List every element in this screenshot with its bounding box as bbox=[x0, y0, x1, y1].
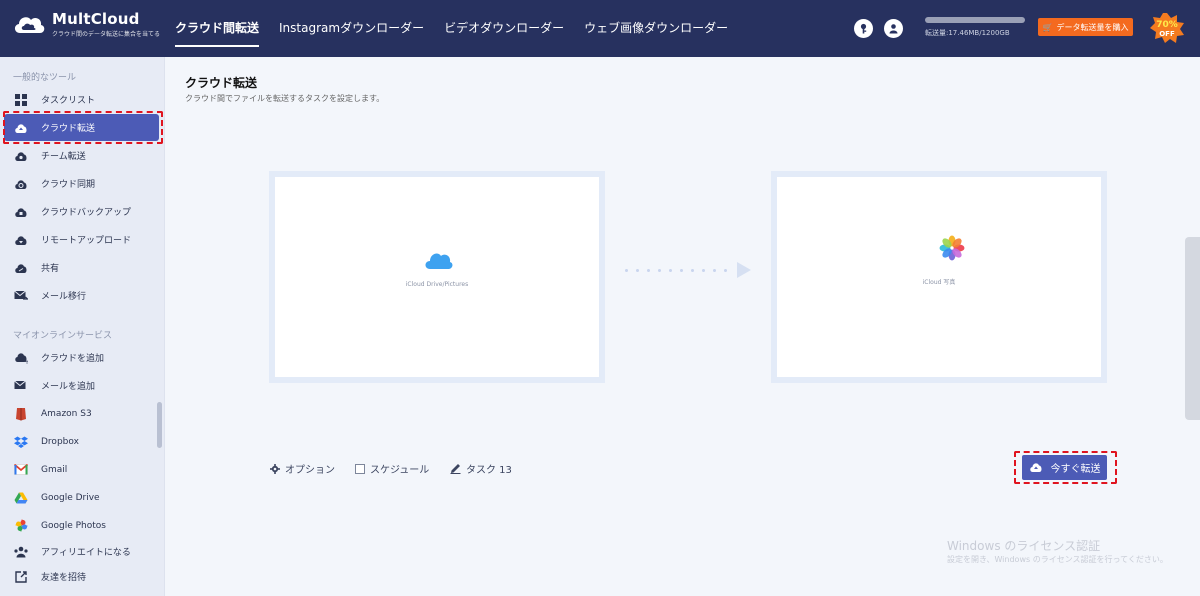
windows-activation-subtitle: 設定を開き、Windows のライセンス認証を行ってください。 bbox=[947, 555, 1168, 564]
add-cloud-icon: + bbox=[14, 351, 28, 365]
checkbox-icon bbox=[355, 463, 365, 474]
icloud-photos-icon bbox=[939, 235, 965, 261]
share-icon bbox=[14, 261, 28, 275]
cart-icon: 🛒 bbox=[1042, 22, 1053, 32]
brand-tagline: クラウド間のデータ転送に集合を当てる bbox=[52, 31, 161, 38]
target-label: iCloud 写真 bbox=[922, 279, 956, 286]
sidebar-item-label: クラウド同期 bbox=[41, 180, 96, 190]
highlight-cloud-transfer bbox=[3, 111, 163, 144]
buy-data-button[interactable]: 🛒 データ転送量を購入 bbox=[1038, 18, 1133, 36]
buy-data-label: データ転送量を購入 bbox=[1056, 22, 1129, 32]
sidebar-item-task-list[interactable]: タスクリスト bbox=[4, 86, 159, 113]
sidebar-item-label: リモートアップロード bbox=[41, 236, 132, 246]
top-bar: MultCloud クラウド間のデータ転送に集合を当てる クラウド間転送 Ins… bbox=[0, 0, 1200, 57]
sidebar-item-google-drive[interactable]: Google Drive bbox=[4, 484, 159, 511]
main-nav: クラウド間転送 Instagramダウンローダー ビデオダウンローダー ウェブ画… bbox=[165, 0, 738, 57]
key-icon[interactable] bbox=[854, 19, 873, 38]
sidebar-item-share[interactable]: 共有 bbox=[4, 254, 159, 281]
highlight-transfer-now bbox=[1014, 451, 1117, 484]
task-label: タスク 13 bbox=[466, 465, 512, 476]
grid-icon bbox=[14, 93, 28, 107]
sidebar-item-team-transfer[interactable]: チーム転送 bbox=[4, 142, 159, 169]
discount-badge[interactable]: 70% OFF bbox=[1149, 12, 1185, 44]
google-photos-icon bbox=[14, 519, 28, 533]
logo[interactable]: MultCloud クラウド間のデータ転送に集合を当てる bbox=[12, 10, 160, 38]
section-my-online-services: マイオンラインサービス bbox=[13, 331, 113, 341]
sidebar-item-add-cloud[interactable]: + クラウドを追加 bbox=[4, 344, 159, 371]
source-label: iCloud Drive/Pictures bbox=[405, 281, 469, 288]
sidebar-item-label: 共有 bbox=[41, 264, 60, 274]
cloud-logo-icon bbox=[14, 17, 45, 33]
gmail-icon bbox=[14, 463, 28, 477]
sidebar-item-invite-friends[interactable]: 友達を招待 bbox=[4, 563, 159, 590]
windows-activation-title: Windows のライセンス認証 bbox=[947, 539, 1101, 553]
nav-video-downloader[interactable]: ビデオダウンローダー bbox=[434, 0, 574, 57]
user-icon[interactable] bbox=[884, 19, 903, 38]
sidebar-scrollbar[interactable] bbox=[157, 402, 162, 448]
sidebar-item-label: クラウドを追加 bbox=[41, 354, 105, 364]
pencil-icon bbox=[450, 463, 461, 474]
remote-upload-icon bbox=[14, 233, 28, 247]
sidebar-item-amazon-s3[interactable]: Amazon S3 bbox=[4, 400, 159, 427]
google-drive-icon bbox=[14, 491, 28, 505]
sidebar-item-cloud-sync[interactable]: クラウド同期 bbox=[4, 170, 159, 197]
source-panel[interactable]: iCloud Drive/Pictures bbox=[269, 171, 605, 383]
sidebar-item-google-photos[interactable]: Google Photos bbox=[4, 512, 159, 539]
sidebar-item-label: チーム転送 bbox=[41, 152, 86, 162]
sidebar-item-label: Google Photos bbox=[41, 520, 106, 531]
nav-instagram-downloader[interactable]: Instagramダウンローダー bbox=[269, 0, 434, 57]
external-link-icon bbox=[14, 570, 28, 584]
badge-off: OFF bbox=[1159, 30, 1175, 38]
dropbox-icon bbox=[14, 435, 28, 449]
cloud-sync-icon bbox=[14, 177, 28, 191]
sidebar-item-label: Dropbox bbox=[41, 436, 79, 447]
affiliate-icon bbox=[14, 545, 28, 559]
sidebar-item-affiliate[interactable]: アフィリエイトになる bbox=[4, 538, 159, 565]
usage-bar bbox=[925, 17, 1025, 23]
options-button[interactable]: オプション bbox=[270, 461, 335, 476]
amazon-s3-icon bbox=[14, 407, 28, 421]
sidebar-item-label: Gmail bbox=[41, 464, 68, 475]
sidebar-item-cloud-backup[interactable]: クラウドバックアップ bbox=[4, 198, 159, 225]
usage-text: 転送量:17.46MB/1200GB bbox=[925, 29, 1010, 37]
icloud-drive-icon bbox=[425, 253, 453, 269]
add-email-icon bbox=[14, 379, 28, 393]
sidebar-item-add-email[interactable]: メールを追加 bbox=[4, 372, 159, 399]
target-panel[interactable]: iCloud 写真 bbox=[771, 171, 1107, 383]
sidebar-item-label: メールを追加 bbox=[41, 382, 96, 392]
nav-web-image-downloader[interactable]: ウェブ画像ダウンローダー bbox=[574, 0, 738, 57]
sidebar-item-gmail[interactable]: Gmail bbox=[4, 456, 159, 483]
sidebar-item-dropbox[interactable]: Dropbox bbox=[4, 428, 159, 455]
email-migration-icon bbox=[14, 289, 28, 303]
sidebar-item-remote-upload[interactable]: リモートアップロード bbox=[4, 226, 159, 253]
schedule-checkbox[interactable]: スケジュール bbox=[355, 461, 429, 476]
badge-percent: 70% bbox=[1156, 20, 1178, 30]
side-feedback-rail[interactable] bbox=[1185, 237, 1200, 420]
task-name-field[interactable]: タスク 13 bbox=[450, 461, 512, 476]
team-transfer-icon bbox=[14, 149, 28, 163]
svg-text:+: + bbox=[25, 359, 29, 364]
cloud-backup-icon bbox=[14, 205, 28, 219]
nav-cloud-transfer[interactable]: クラウド間転送 bbox=[165, 0, 269, 57]
schedule-label: スケジュール bbox=[370, 465, 430, 476]
brand-name: MultCloud bbox=[52, 10, 140, 28]
section-common-tools: 一般的なツール bbox=[13, 73, 77, 83]
sidebar-item-label: Amazon S3 bbox=[41, 408, 92, 419]
transfer-usage: 転送量:17.46MB/1200GB bbox=[925, 17, 1025, 38]
gear-icon bbox=[270, 463, 280, 474]
sidebar-item-label: クラウドバックアップ bbox=[41, 208, 132, 218]
transfer-arrow bbox=[625, 262, 751, 278]
sidebar-item-email-migration[interactable]: メール移行 bbox=[4, 282, 159, 309]
sidebar-item-label: メール移行 bbox=[41, 292, 87, 302]
sidebar-item-label: タスクリスト bbox=[41, 96, 96, 106]
sidebar-item-label: 友達を招待 bbox=[41, 573, 87, 583]
sidebar-item-label: アフィリエイトになる bbox=[41, 548, 131, 558]
options-label: オプション bbox=[285, 465, 335, 476]
page-subtitle: クラウド間でファイルを転送するタスクを設定します。 bbox=[185, 94, 385, 103]
sidebar-item-label: Google Drive bbox=[41, 492, 100, 503]
page-title: クラウド転送 bbox=[185, 76, 258, 90]
sidebar: 一般的なツール タスクリスト クラウド転送 チーム転送 クラウド同期 クラウドバ… bbox=[0, 57, 165, 596]
